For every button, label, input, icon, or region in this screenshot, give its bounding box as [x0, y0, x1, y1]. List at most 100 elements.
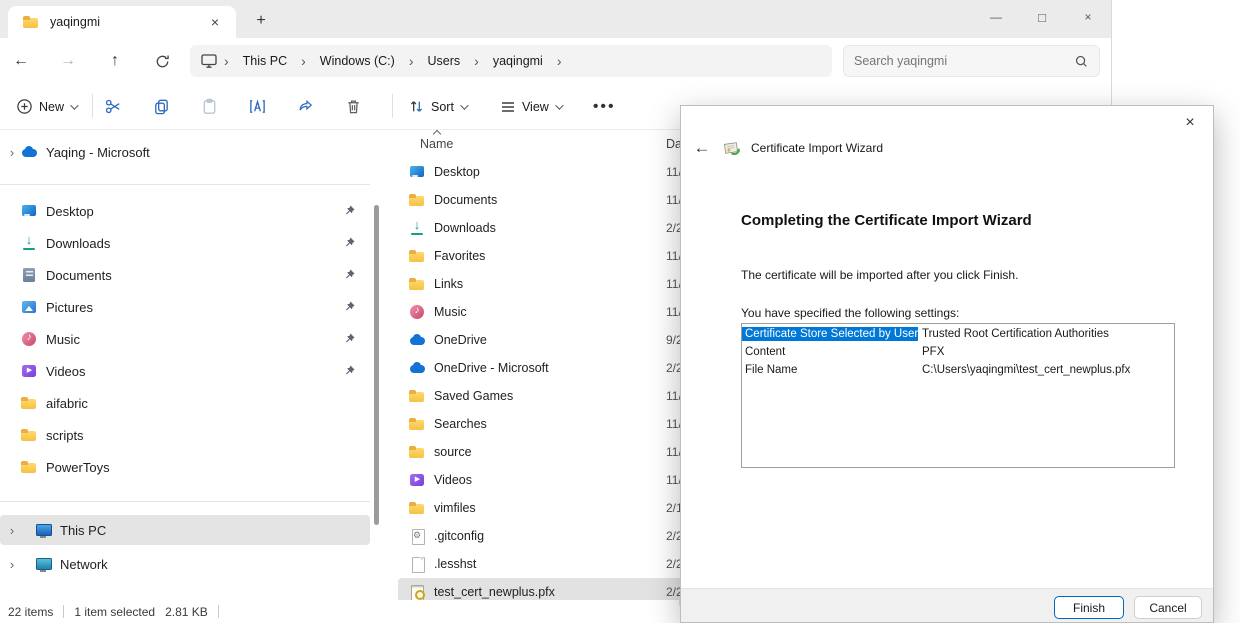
file-row[interactable]: Downloads 2/2 [398, 214, 698, 242]
minimize-button[interactable]: — [973, 0, 1019, 34]
file-row[interactable]: OneDrive 9/2 [398, 326, 698, 354]
file-row[interactable]: Saved Games 11/ [398, 382, 698, 410]
sidebar-item[interactable]: aifabric [0, 387, 370, 419]
file-icon [408, 443, 426, 461]
share-button[interactable] [288, 90, 322, 124]
explorer-tab[interactable]: yaqingmi × [8, 6, 236, 38]
trash-icon [344, 97, 363, 116]
file-name: .gitconfig [434, 529, 484, 543]
new-button[interactable]: New [8, 92, 84, 121]
copy-button[interactable] [144, 90, 178, 124]
item-icon [20, 362, 38, 380]
sidebar-item-onedrive[interactable]: › Yaqing - Microsoft [0, 138, 370, 166]
file-row[interactable]: Favorites 11/ [398, 242, 698, 270]
up-button[interactable]: ↑ [102, 48, 128, 74]
file-row[interactable]: vimfiles 2/1 [398, 494, 698, 522]
file-row[interactable]: OneDrive - Microsoft 2/2 [398, 354, 698, 382]
sidebar-item[interactable]: Pictures [0, 291, 370, 323]
cut-button[interactable] [96, 90, 130, 124]
view-button[interactable]: View [492, 93, 569, 121]
file-icon [408, 275, 426, 293]
sidebar-item[interactable]: Documents [0, 259, 370, 291]
address-bar: ← → ↑ › This PC › Windows (C:) › [0, 38, 1111, 84]
dialog-back-button[interactable]: ← [691, 138, 713, 158]
tree-items: › This PC › Network [0, 515, 370, 579]
breadcrumb-label[interactable]: Windows (C:) [312, 51, 403, 71]
sidebar-item[interactable]: Downloads [0, 227, 370, 259]
breadcrumb-item[interactable]: This PC › [235, 51, 312, 71]
share-icon [296, 97, 315, 116]
file-row[interactable]: Searches 11/ [398, 410, 698, 438]
more-button[interactable]: ••• [585, 92, 624, 122]
sidebar-item[interactable]: Music [0, 323, 370, 355]
sidebar-item[interactable]: › This PC [0, 515, 370, 545]
search-input[interactable] [854, 54, 1074, 68]
settings-row[interactable]: File Name C:\Users\yaqingmi\test_cert_ne… [742, 361, 1174, 378]
chevron-right-icon: › [218, 53, 235, 69]
file-row[interactable]: Desktop 11/ [398, 158, 698, 186]
cancel-button[interactable]: Cancel [1134, 596, 1202, 619]
close-button[interactable]: × [1065, 0, 1111, 34]
file-name: Links [434, 277, 463, 291]
folder-icon [20, 394, 38, 412]
breadcrumb-item[interactable]: Users › [419, 51, 484, 71]
file-row[interactable]: Documents 11/ [398, 186, 698, 214]
breadcrumb-item[interactable]: yaqingmi › [485, 51, 568, 71]
sort-icon [408, 98, 425, 115]
search-icon [1074, 54, 1089, 69]
back-button[interactable]: ← [8, 48, 34, 74]
file-name: Videos [434, 473, 472, 487]
breadcrumb-label[interactable]: yaqingmi [485, 51, 551, 71]
selection-count: 1 item selected [74, 605, 155, 619]
folder-items: aifabric scripts PowerToys [0, 387, 370, 483]
sidebar-item[interactable]: scripts [0, 419, 370, 451]
chevron-expand-icon[interactable]: › [4, 557, 20, 572]
sidebar-item[interactable]: Videos [0, 355, 370, 387]
file-list: Name Da Desktop 11/ Documents 11/ [398, 130, 698, 606]
clipboard-icon [200, 97, 219, 116]
file-row[interactable]: Music 11/ [398, 298, 698, 326]
refresh-button[interactable] [149, 48, 175, 74]
sidebar-item[interactable]: PowerToys [0, 451, 370, 483]
file-row[interactable]: Links 11/ [398, 270, 698, 298]
rename-button[interactable] [240, 90, 274, 124]
breadcrumb-label[interactable]: Users [419, 51, 468, 71]
file-icon [408, 471, 426, 489]
breadcrumb: › This PC › Windows (C:) › Users [190, 45, 832, 77]
item-count: 22 items [8, 605, 53, 619]
chevron-expand-icon[interactable]: › [4, 523, 20, 538]
settings-row[interactable]: Content PFX [742, 343, 1174, 360]
chevron-right-icon: › [468, 53, 485, 69]
file-icon [408, 247, 426, 265]
search-box[interactable] [843, 45, 1100, 77]
file-icon [408, 163, 426, 181]
file-row[interactable]: .lesshst 2/2 [398, 550, 698, 578]
breadcrumb-label[interactable]: This PC [235, 51, 295, 71]
file-row[interactable]: Videos 11/ [398, 466, 698, 494]
chevron-down-icon [555, 101, 563, 109]
sidebar-scrollbar[interactable] [374, 205, 379, 525]
file-name: Music [434, 305, 467, 319]
item-icon [20, 266, 38, 284]
file-row[interactable]: .gitconfig 2/2 [398, 522, 698, 550]
finish-button[interactable]: Finish [1054, 596, 1124, 619]
name-column-header[interactable]: Name [420, 137, 453, 151]
maximize-button[interactable]: □ [1019, 0, 1065, 34]
tab-close-icon[interactable]: × [204, 11, 226, 33]
new-tab-button[interactable]: + [248, 8, 274, 34]
sidebar-item[interactable]: Desktop [0, 195, 370, 227]
pin-icon [342, 204, 356, 218]
sidebar-item[interactable]: › Network [0, 549, 370, 579]
file-name: Favorites [434, 249, 485, 263]
delete-button[interactable] [336, 90, 370, 124]
settings-rows: Certificate Store Selected by User Trust… [742, 325, 1174, 378]
breadcrumb-item[interactable]: Windows (C:) › [312, 51, 420, 71]
certificate-wizard-icon [723, 139, 741, 157]
sidebar-item-label: PowerToys [46, 460, 370, 475]
file-row[interactable]: source 11/ [398, 438, 698, 466]
settings-row[interactable]: Certificate Store Selected by User Trust… [742, 325, 1174, 342]
divider [0, 184, 370, 185]
dialog-close-button[interactable]: × [1175, 110, 1205, 136]
sort-button[interactable]: Sort [400, 92, 474, 121]
chevron-expand-icon[interactable]: › [4, 145, 20, 160]
